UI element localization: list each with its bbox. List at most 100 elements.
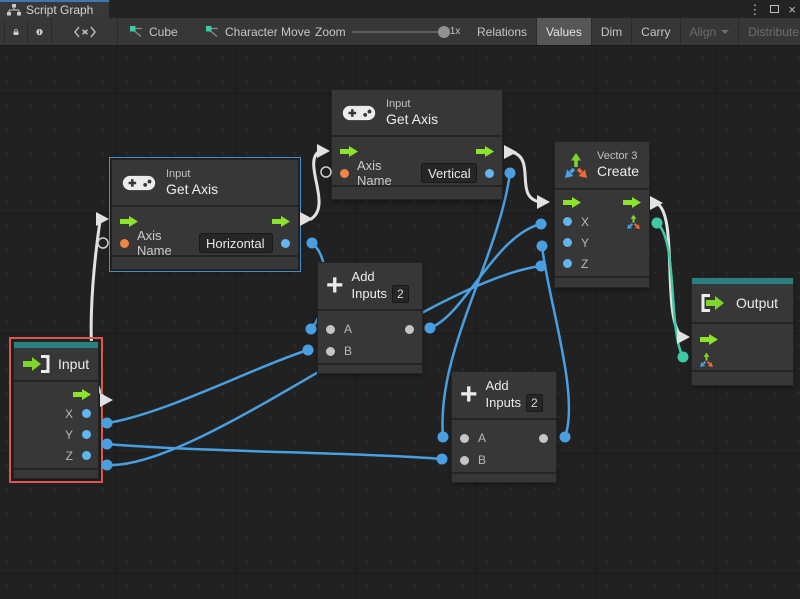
relations-toggle[interactable]: Relations [468,18,537,45]
tab-label: Script Graph [26,3,93,17]
wire-getaxis-vertical-to-vector3[interactable] [512,152,540,202]
value-out-port[interactable] [281,239,290,248]
node-category: Input [386,98,438,111]
zoom-value: 1x [450,26,461,37]
zoom-slider-handle[interactable] [438,26,450,38]
values-toggle[interactable]: Values [537,18,592,45]
axis-name-field[interactable] [421,163,477,183]
node-footer [112,257,298,269]
wire-input-x-to-add1-b[interactable] [107,350,308,423]
carry-toggle[interactable]: Carry [632,18,680,45]
z-in-port[interactable] [563,259,572,268]
lock-icon [13,25,19,39]
input-b-port[interactable] [326,347,335,356]
tab-script-graph[interactable]: Script Graph [0,0,109,18]
flow-out-port[interactable] [623,195,641,206]
node-header[interactable]: Input Get Axis [112,160,298,205]
node-footer [692,372,793,385]
inputs-count-field[interactable]: 2 [526,394,543,412]
node-get-axis-vertical[interactable]: Input Get Axis Axis Name [332,90,502,199]
toolbar-toggles: Relations Values Dim Carry Align Distrib… [468,18,800,45]
wire-input-y-to-add2-b[interactable] [107,444,442,459]
port-label: B [344,344,352,358]
node-add-top[interactable]: + Add Inputs 2 A B [318,263,422,373]
graph-canvas[interactable]: Input Get Axis Axis Name [0,46,800,599]
node-title: Create [597,163,639,180]
flow-in-port[interactable] [340,144,358,155]
distribute-dropdown[interactable]: Distribute [739,18,800,45]
axis-name-field[interactable] [199,233,273,253]
node-add-bottom[interactable]: + Add Inputs 2 A B [452,372,556,482]
y-in-port[interactable] [563,238,572,247]
inputs-label: Inputs [486,395,521,411]
code-icon [74,26,96,38]
string-in-port[interactable] [120,239,129,248]
node-header[interactable]: + Add Inputs 2 [452,372,556,418]
subgraph-icon [206,26,219,37]
param-label: Axis Name [357,158,413,188]
wire-vector3-to-output[interactable] [656,203,682,337]
wire-add1-to-vector3-x[interactable] [430,224,541,328]
node-title: Add [352,269,409,285]
flow-out-port[interactable] [73,387,91,398]
port-label: Y [65,428,73,442]
node-input[interactable]: Input X Y Z [14,342,98,478]
flow-out-port[interactable] [476,144,494,155]
sum-out-port[interactable] [539,434,548,443]
y-out-port[interactable] [82,430,91,439]
port-label: Y [581,236,589,250]
node-output[interactable]: Output [692,278,793,385]
input-a-port[interactable] [326,325,335,334]
node-category: Input [166,168,218,181]
breadcrumb-graph-character-move[interactable]: Character Move [206,18,310,45]
z-out-port[interactable] [82,451,91,460]
port-label: A [344,322,396,336]
breadcrumb-label: Character Move [225,25,310,39]
node-header[interactable]: Output [692,284,793,322]
flow-out-port[interactable] [272,214,290,225]
code-view-button[interactable] [52,18,118,45]
input-b-port[interactable] [460,456,469,465]
menu-icon[interactable]: ⋮ [748,3,761,16]
node-title: Get Axis [166,181,218,198]
maximize-icon[interactable] [770,5,779,13]
wire-getaxis-horizontal-to-getaxis-vertical[interactable] [311,151,320,219]
node-header[interactable]: Input [14,348,98,380]
align-dropdown[interactable]: Align [681,18,740,45]
breadcrumb-graph-cube[interactable]: Cube [130,18,178,45]
node-footer [318,365,422,373]
string-in-port[interactable] [340,169,349,178]
gamepad-icon [122,173,156,193]
zoom-slider[interactable] [352,31,444,33]
lock-button[interactable] [4,18,28,45]
info-button[interactable] [28,18,52,45]
node-get-axis-horizontal[interactable]: Input Get Axis Axis Name [112,160,298,269]
add-icon: + [460,382,478,408]
input-a-port[interactable] [460,434,469,443]
close-icon[interactable]: × [788,3,796,16]
vector3-mini-icon [626,214,641,229]
node-vector3-create[interactable]: Vector 3 Create X [555,142,649,287]
vector3-out-port[interactable] [626,214,641,229]
graph-icon [7,4,21,16]
flow-in-port[interactable] [563,195,581,206]
vector3-in-port[interactable] [699,352,714,367]
node-title: Get Axis [386,111,438,128]
port-label: B [478,453,486,467]
inputs-count-field[interactable]: 2 [392,285,409,303]
info-icon [36,25,43,39]
node-header[interactable]: + Add Inputs 2 [318,263,422,309]
value-out-port[interactable] [485,169,494,178]
x-out-port[interactable] [82,409,91,418]
flow-in-port[interactable] [120,214,138,225]
flow-in-port[interactable] [700,332,718,343]
x-in-port[interactable] [563,217,572,226]
dim-toggle[interactable]: Dim [592,18,632,45]
param-label: Axis Name [137,228,191,258]
node-title: Add [486,378,543,394]
node-header[interactable]: Vector 3 Create [555,142,649,188]
node-title: Output [736,295,778,312]
node-header[interactable]: Input Get Axis [332,90,502,135]
sum-out-port[interactable] [405,325,414,334]
port-label: A [478,431,530,445]
